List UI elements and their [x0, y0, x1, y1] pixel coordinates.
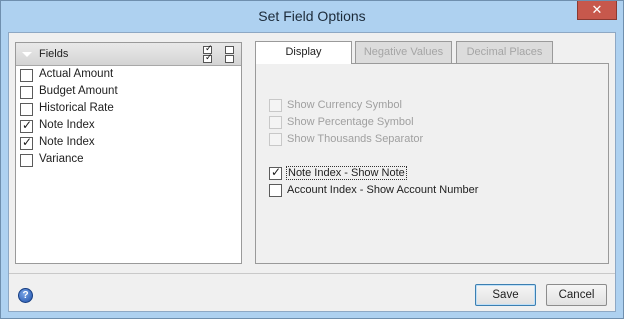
footer-divider: [9, 273, 615, 274]
field-item-note-index-2[interactable]: ✓ Note Index: [16, 135, 241, 152]
field-label: Variance: [39, 153, 84, 165]
field-list: Actual Amount Budget Amount Historical R…: [16, 67, 241, 169]
field-item-historical-rate[interactable]: Historical Rate: [16, 101, 241, 118]
field-label: Note Index: [39, 136, 95, 148]
field-checkbox[interactable]: [20, 154, 33, 167]
field-checkbox[interactable]: [20, 69, 33, 82]
tab-display[interactable]: Display: [255, 41, 352, 64]
field-label: Historical Rate: [39, 102, 114, 114]
tab-negative-values[interactable]: Negative Values: [355, 41, 452, 63]
close-button[interactable]: ✕: [577, 1, 617, 20]
tab-decimal-places[interactable]: Decimal Places: [456, 41, 553, 63]
checkmark-icon: ✓: [22, 135, 33, 149]
field-checkbox[interactable]: ✓: [20, 135, 33, 150]
check-all-button[interactable]: ✓ ✓: [203, 43, 213, 63]
help-icon[interactable]: ?: [18, 288, 33, 303]
cancel-button[interactable]: Cancel: [546, 284, 607, 306]
field-item-note-index-1[interactable]: ✓ Note Index: [16, 118, 241, 135]
field-label: Note Index: [39, 119, 95, 131]
dialog-client-area: Fields ✓ ✓ Actual Amount Budget Amount H…: [8, 32, 616, 312]
field-checkbox[interactable]: [20, 86, 33, 99]
option-checkbox[interactable]: [269, 99, 282, 112]
field-checkbox[interactable]: [20, 103, 33, 116]
window-title: Set Field Options: [258, 8, 366, 24]
checkmark-icon: ✓: [271, 165, 282, 179]
close-icon: ✕: [591, 2, 603, 17]
option-label: Note Index - Show Note: [286, 166, 407, 180]
option-label: Account Index - Show Account Number: [287, 184, 479, 196]
option-label: Show Thousands Separator: [287, 133, 424, 145]
chevron-down-icon[interactable]: [22, 52, 32, 57]
fields-panel: Fields ✓ ✓ Actual Amount Budget Amount H…: [15, 42, 242, 264]
option-label: Show Percentage Symbol: [287, 116, 414, 128]
uncheck-all-button[interactable]: [225, 46, 234, 63]
field-item-actual-amount[interactable]: Actual Amount: [16, 67, 241, 84]
fields-header-label: Fields: [39, 48, 69, 60]
display-tab-panel: Show Currency Symbol Show Percentage Sym…: [255, 63, 609, 264]
field-item-variance[interactable]: Variance: [16, 152, 241, 169]
checkmark-icon: ✓: [22, 118, 33, 132]
uncheck-all-icon: [225, 46, 234, 54]
dialog-window: Set Field Options ✕ Fields ✓ ✓ Actual Am…: [0, 0, 624, 319]
option-label: Show Currency Symbol: [287, 99, 402, 111]
fields-header: Fields ✓ ✓: [16, 43, 241, 66]
save-button[interactable]: Save: [475, 284, 536, 306]
option-checkbox[interactable]: [269, 133, 282, 146]
field-label: Budget Amount: [39, 85, 118, 97]
option-checkbox[interactable]: [269, 184, 282, 197]
field-item-budget-amount[interactable]: Budget Amount: [16, 84, 241, 101]
option-checkbox[interactable]: [269, 116, 282, 129]
option-checkbox[interactable]: ✓: [269, 165, 282, 180]
field-checkbox[interactable]: ✓: [20, 118, 33, 133]
field-label: Actual Amount: [39, 68, 114, 80]
